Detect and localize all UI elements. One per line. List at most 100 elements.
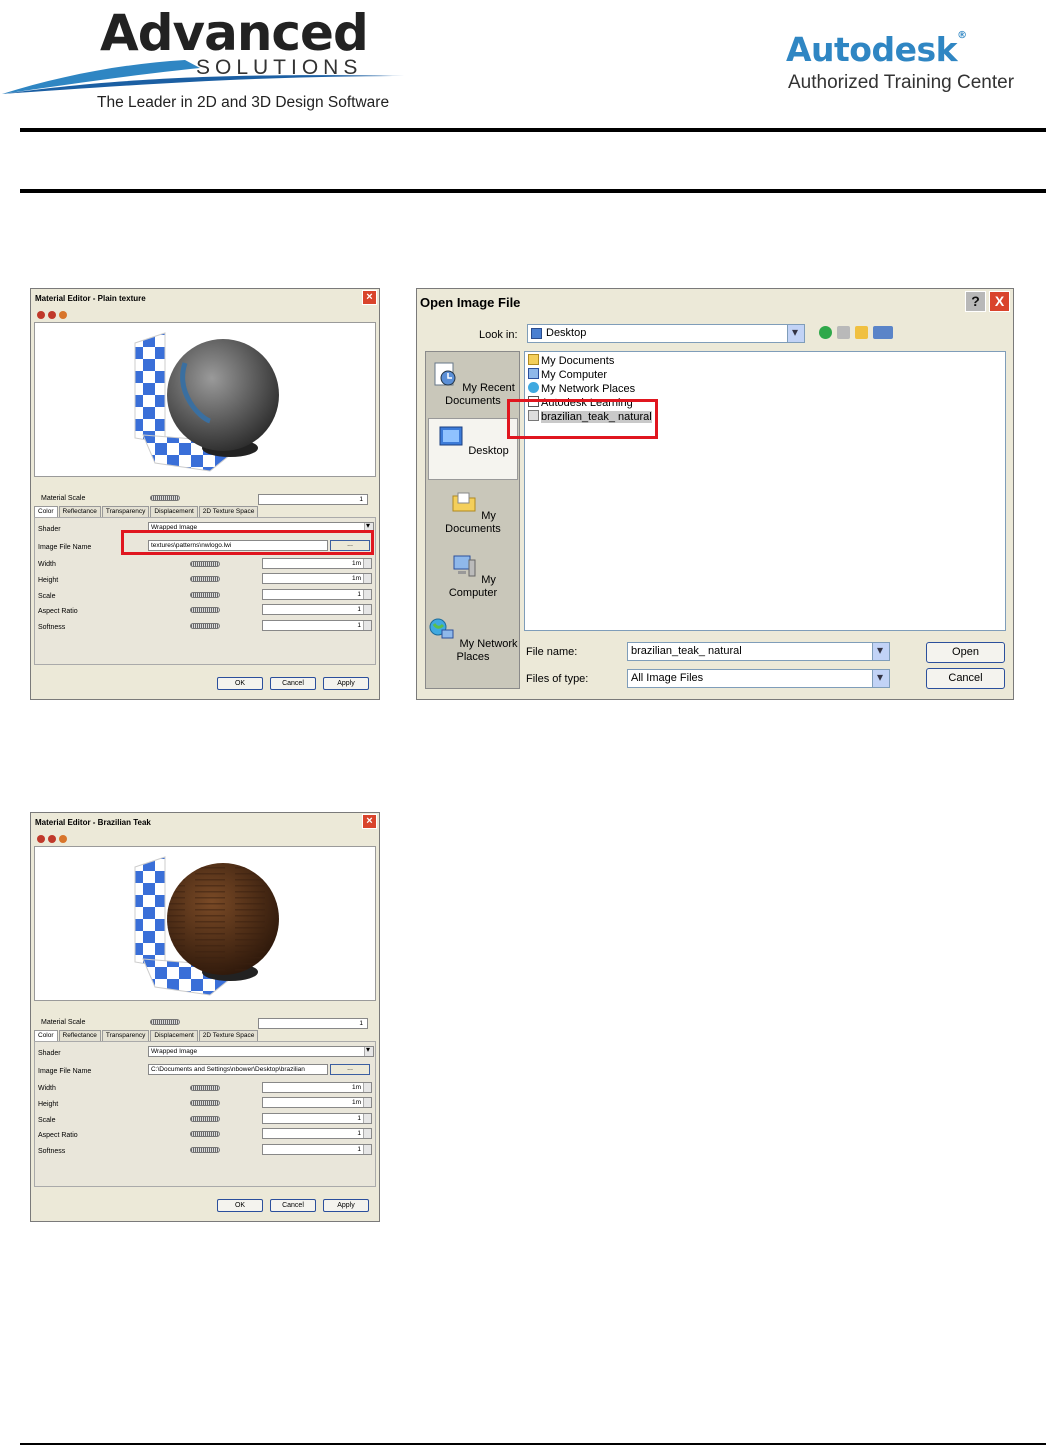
views-menu-icon[interactable]: [873, 326, 893, 339]
place-my-recent-documents[interactable]: My Recent Documents: [428, 360, 518, 408]
tab-2d-texture-space[interactable]: 2D Texture Space: [198, 506, 259, 517]
spinner-icon[interactable]: [363, 590, 371, 599]
height-slider[interactable]: [190, 576, 220, 582]
material-scale-slider[interactable]: [150, 495, 180, 501]
width-value[interactable]: 1m: [262, 558, 372, 569]
chevron-down-icon[interactable]: [787, 325, 804, 342]
spinner-icon[interactable]: [363, 559, 371, 568]
aspect-ratio-value[interactable]: 1: [262, 1128, 372, 1139]
material-scale-value[interactable]: 1: [258, 1018, 368, 1029]
browse-button[interactable]: ...: [330, 1064, 370, 1075]
scale-slider[interactable]: [190, 1116, 220, 1122]
open-button[interactable]: Open: [926, 642, 1005, 663]
scale-value[interactable]: 1: [262, 589, 372, 600]
tab-reflectance[interactable]: Reflectance: [58, 1030, 101, 1041]
material-scale-label: Material Scale: [41, 495, 86, 502]
tab-color[interactable]: Color: [34, 506, 58, 517]
close-icon[interactable]: ×: [362, 814, 377, 829]
cube-icon[interactable]: [48, 311, 56, 319]
autodesk-logo: Autodesk® Authorized Training Center: [786, 30, 1026, 100]
list-item[interactable]: My Network Places: [528, 382, 635, 396]
look-in-value: Desktop: [546, 327, 587, 339]
partner-name: Autodesk: [786, 30, 958, 69]
highlight-box-image-file: [121, 530, 374, 555]
place-my-computer[interactable]: My Computer: [428, 552, 518, 600]
toolbar: [37, 311, 70, 321]
brand-name: Advanced: [100, 4, 369, 62]
spinner-icon[interactable]: [363, 1114, 371, 1123]
tab-displacement[interactable]: Displacement: [150, 1030, 198, 1041]
width-slider[interactable]: [190, 1085, 220, 1091]
spinner-icon[interactable]: [363, 621, 371, 630]
footer-rule: [20, 1443, 1046, 1445]
spinner-icon[interactable]: [363, 574, 371, 583]
shader-select[interactable]: Wrapped Image: [148, 1046, 374, 1057]
aspect-ratio-slider[interactable]: [190, 607, 220, 613]
material-scale-row: Material Scale 1: [34, 493, 376, 505]
file-label: My Documents: [541, 355, 615, 367]
cube-icon[interactable]: [48, 835, 56, 843]
ok-button[interactable]: OK: [217, 677, 263, 690]
cancel-button[interactable]: Cancel: [926, 668, 1005, 689]
spinner-icon[interactable]: [363, 1129, 371, 1138]
softness-value[interactable]: 1: [262, 1144, 372, 1155]
tab-reflectance[interactable]: Reflectance: [58, 506, 101, 517]
height-value[interactable]: 1m: [262, 573, 372, 584]
sphere-icon[interactable]: [37, 835, 45, 843]
folder-icon: [528, 354, 539, 365]
place-my-network-places[interactable]: My Network Places: [428, 616, 518, 664]
height-label: Height: [38, 1101, 59, 1108]
chevron-down-icon[interactable]: [872, 643, 889, 660]
height-value[interactable]: 1m: [262, 1097, 372, 1108]
sphere-icon[interactable]: [37, 311, 45, 319]
close-icon[interactable]: ×: [362, 290, 377, 305]
spinner-icon[interactable]: [363, 1098, 371, 1107]
height-value-text: 1m: [351, 1099, 361, 1106]
spinner-icon[interactable]: [363, 605, 371, 614]
chevron-down-icon[interactable]: [872, 670, 889, 687]
scale-slider[interactable]: [190, 592, 220, 598]
height-slider[interactable]: [190, 1100, 220, 1106]
help-icon[interactable]: ?: [965, 291, 986, 312]
tab-color[interactable]: Color: [34, 1030, 58, 1041]
tab-bar: Color Reflectance Transparency Displacem…: [34, 506, 259, 517]
width-value[interactable]: 1m: [262, 1082, 372, 1093]
window-title: Material Editor - Plain texture: [32, 290, 378, 308]
reset-icon[interactable]: [59, 311, 67, 319]
close-icon[interactable]: X: [989, 291, 1010, 312]
up-folder-icon[interactable]: [837, 326, 850, 339]
tab-2d-texture-space[interactable]: 2D Texture Space: [198, 1030, 259, 1041]
apply-button[interactable]: Apply: [323, 677, 369, 690]
scale-value[interactable]: 1: [262, 1113, 372, 1124]
look-in-select[interactable]: Desktop: [527, 324, 805, 343]
spinner-icon[interactable]: [363, 1145, 371, 1154]
list-item[interactable]: My Documents: [528, 354, 614, 368]
material-scale-slider[interactable]: [150, 1019, 180, 1025]
image-file-input[interactable]: C:\Documents and Settings\nbower\Desktop…: [148, 1064, 328, 1075]
softness-value[interactable]: 1: [262, 620, 372, 631]
ok-button[interactable]: OK: [217, 1199, 263, 1212]
aspect-ratio-slider[interactable]: [190, 1131, 220, 1137]
cancel-button[interactable]: Cancel: [270, 677, 316, 690]
softness-slider[interactable]: [190, 1147, 220, 1153]
softness-slider[interactable]: [190, 623, 220, 629]
width-slider[interactable]: [190, 561, 220, 567]
tab-displacement[interactable]: Displacement: [150, 506, 198, 517]
tab-transparency[interactable]: Transparency: [101, 506, 150, 517]
shader-label: Shader: [38, 526, 61, 533]
list-item[interactable]: My Computer: [528, 368, 607, 382]
place-desktop[interactable]: Desktop: [428, 418, 518, 480]
back-icon[interactable]: [819, 326, 832, 339]
files-of-type-select[interactable]: All Image Files: [627, 669, 890, 688]
spinner-icon[interactable]: [363, 1083, 371, 1092]
file-name-input[interactable]: brazilian_teak_ natural: [627, 642, 890, 661]
reset-icon[interactable]: [59, 835, 67, 843]
material-scale-value[interactable]: 1: [258, 494, 368, 505]
apply-button[interactable]: Apply: [323, 1199, 369, 1212]
new-folder-icon[interactable]: [855, 326, 868, 339]
place-my-documents[interactable]: My Documents: [428, 488, 518, 536]
cancel-button[interactable]: Cancel: [270, 1199, 316, 1212]
aspect-ratio-value[interactable]: 1: [262, 604, 372, 615]
look-in-label: Look in:: [479, 329, 518, 341]
tab-transparency[interactable]: Transparency: [101, 1030, 150, 1041]
